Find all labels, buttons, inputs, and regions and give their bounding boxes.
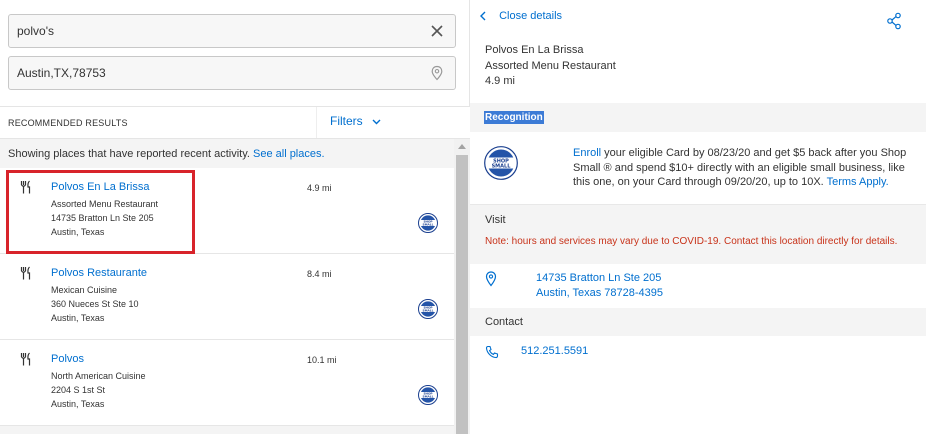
scrollbar-thumb[interactable] — [456, 155, 468, 434]
share-icon[interactable] — [886, 12, 902, 30]
visit-band: Visit Note: hours and services may vary … — [470, 204, 926, 264]
badge-line2: SMALL — [423, 223, 434, 227]
selection-highlight — [6, 170, 195, 254]
location-input[interactable] — [9, 57, 409, 89]
results-header: RECOMMENDED RESULTS Filters — [0, 106, 470, 139]
result-distance: 4.9 mi — [307, 183, 332, 193]
results-scrollbar[interactable] — [454, 139, 470, 434]
result-category: Mexican Cuisine — [51, 285, 118, 295]
address-line2[interactable]: Austin, Texas 78728-4395 — [536, 287, 663, 299]
terms-link[interactable]: Terms Apply. — [827, 176, 889, 188]
badge-line2: SMALL — [492, 164, 512, 170]
contact-heading: Contact — [485, 316, 523, 328]
restaurant-icon — [20, 266, 31, 280]
phone-icon — [485, 345, 499, 359]
contact-band: Contact — [470, 308, 926, 336]
covid-note: Note: hours and services may vary due to… — [485, 236, 898, 247]
result-distance: 8.4 mi — [307, 269, 332, 279]
recognition-heading: Recognition — [484, 111, 544, 124]
clear-icon[interactable] — [429, 23, 445, 39]
badge-line2: SMALL — [423, 309, 434, 313]
scroll-up-arrow[interactable] — [458, 144, 466, 149]
location-field[interactable] — [8, 56, 456, 90]
details-distance: 4.9 mi — [485, 75, 515, 87]
result-name[interactable]: Polvos — [51, 353, 84, 365]
details-pane: Close details Polvos En La Brissa Assort… — [470, 0, 926, 434]
badge-line2: SMALL — [423, 395, 434, 399]
restaurant-icon — [20, 352, 31, 366]
result-street: 360 Nueces St Ste 10 — [51, 299, 139, 309]
address-line1[interactable]: 14735 Bratton Ln Ste 205 — [536, 272, 661, 284]
visit-heading: Visit — [485, 214, 506, 226]
search-field[interactable] — [8, 14, 456, 48]
shop-small-badge: SHOP SMALL — [418, 385, 438, 405]
chevron-down-icon — [372, 119, 381, 125]
details-category: Assorted Menu Restaurant — [485, 60, 616, 72]
search-input[interactable] — [9, 15, 409, 47]
result-card[interactable]: Polvos Restaurante Mexican Cuisine 360 N… — [0, 254, 454, 340]
result-name[interactable]: Polvos Restaurante — [51, 267, 147, 279]
chevron-left-icon — [480, 11, 486, 21]
activity-notice: Showing places that have reported recent… — [8, 148, 325, 160]
enroll-link[interactable]: Enroll — [573, 147, 601, 159]
location-pin-icon — [485, 271, 497, 287]
close-details-label: Close details — [499, 10, 563, 22]
recognition-band: Recognition — [470, 103, 926, 132]
filters-button[interactable]: Filters — [316, 107, 454, 138]
shop-small-badge: SHOP SMALL — [418, 299, 438, 319]
results-pane: RECOMMENDED RESULTS Filters Showing plac… — [0, 0, 470, 434]
promo-text: Enroll your eligible Card by 08/23/20 an… — [573, 146, 925, 190]
result-card[interactable]: Polvos North American Cuisine 2204 S 1st… — [0, 340, 454, 426]
filters-label: Filters — [330, 114, 363, 128]
phone-link[interactable]: 512.251.5591 — [521, 345, 588, 357]
results-title: RECOMMENDED RESULTS — [8, 118, 128, 128]
app-root: RECOMMENDED RESULTS Filters Showing plac… — [0, 0, 926, 434]
close-details-button[interactable]: Close details — [480, 10, 562, 22]
result-distance: 10.1 mi — [307, 355, 337, 365]
result-city: Austin, Texas — [51, 399, 105, 409]
result-street: 2204 S 1st St — [51, 385, 106, 395]
details-name: Polvos En La Brissa — [485, 44, 584, 56]
see-all-places-link[interactable]: See all places. — [253, 148, 325, 160]
notice-text: Showing places that have reported recent… — [8, 148, 250, 160]
result-category: North American Cuisine — [51, 371, 146, 381]
location-pin-icon[interactable] — [429, 65, 445, 81]
shop-small-badge-large: SHOP SMALL — [484, 146, 518, 180]
shop-small-badge: SHOP SMALL — [418, 213, 438, 233]
result-city: Austin, Texas — [51, 313, 105, 323]
